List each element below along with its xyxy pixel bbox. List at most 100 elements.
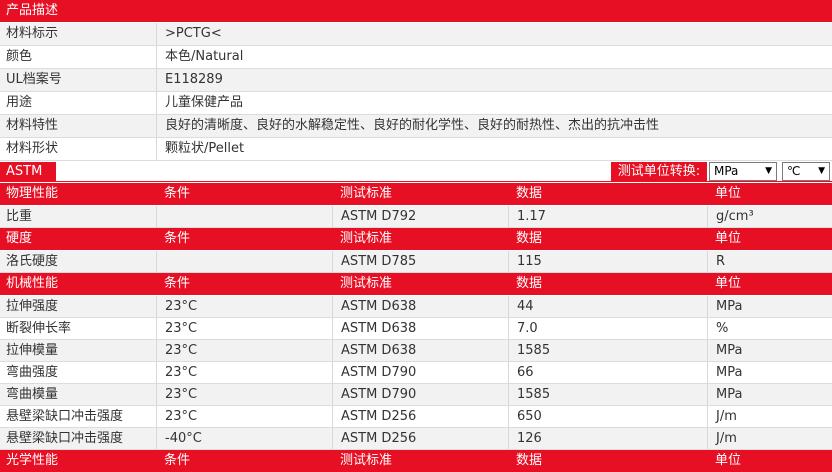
property-value: 66 xyxy=(508,362,707,383)
property-value: 1585 xyxy=(508,384,707,405)
product-label: 材料标示 xyxy=(6,26,59,41)
property-section-header: 机械性能 条件 测试标准 数据 单位 xyxy=(0,273,832,295)
product-row: 材料标示 >PCTG< xyxy=(0,23,832,45)
property-row: 比重 ASTM D792 1.17 g/cm³ xyxy=(0,206,832,227)
property-unit: J/m xyxy=(707,406,832,427)
product-value: 良好的清晰度、良好的水解稳定性、良好的耐化学性、良好的耐热性、杰出的抗冲击性 xyxy=(156,115,816,137)
chevron-down-icon: ▼ xyxy=(765,166,772,176)
column-header-data: 数据 xyxy=(516,231,543,246)
property-name: 比重 xyxy=(6,209,33,224)
property-condition xyxy=(156,206,332,227)
property-test-standard: ASTM D792 xyxy=(332,206,508,227)
property-unit: MPa xyxy=(707,340,832,361)
property-test-standard: ASTM D638 xyxy=(332,318,508,339)
temperature-unit-value: ℃ xyxy=(787,164,801,178)
property-row: 弯曲模量 23°C ASTM D790 1585 MPa xyxy=(0,384,832,405)
section-title: 机械性能 xyxy=(6,276,59,291)
property-test-standard: ASTM D790 xyxy=(332,384,508,405)
property-unit: MPa xyxy=(707,384,832,405)
property-unit: MPa xyxy=(707,362,832,383)
product-row: 材料特性 良好的清晰度、良好的水解稳定性、良好的耐化学性、良好的耐热性、杰出的抗冲… xyxy=(0,115,832,137)
column-header-unit: 单位 xyxy=(715,231,742,246)
property-unit: g/cm³ xyxy=(707,206,832,227)
standard-tag: ASTM xyxy=(0,162,56,181)
product-row: 用途 儿童保健产品 xyxy=(0,92,832,114)
property-row: 悬壁梁缺口冲击强度 -40°C ASTM D256 126 J/m xyxy=(0,428,832,449)
property-condition: 23°C xyxy=(156,340,332,361)
product-value: 本色/Natural xyxy=(156,46,816,68)
property-name: 悬壁梁缺口冲击强度 xyxy=(6,409,124,424)
property-condition: 23°C xyxy=(156,296,332,317)
product-value: 儿童保健产品 xyxy=(156,92,816,114)
product-value: E118289 xyxy=(156,69,816,91)
property-name: 拉伸模量 xyxy=(6,343,59,358)
column-header-test-standard: 测试标准 xyxy=(340,231,393,246)
product-row: UL档案号 E118289 xyxy=(0,69,832,91)
property-row: 拉伸强度 23°C ASTM D638 44 MPa xyxy=(0,296,832,317)
property-row: 弯曲强度 23°C ASTM D790 66 MPa xyxy=(0,362,832,383)
product-label: UL档案号 xyxy=(6,72,62,87)
temperature-unit-select[interactable]: ℃ ▼ xyxy=(782,162,830,181)
property-condition: 23°C xyxy=(156,318,332,339)
property-value: 1585 xyxy=(508,340,707,361)
property-name: 弯曲强度 xyxy=(6,365,59,380)
property-condition: 23°C xyxy=(156,362,332,383)
column-header-test-standard: 测试标准 xyxy=(340,186,393,201)
property-condition: 23°C xyxy=(156,384,332,405)
property-test-standard: ASTM D256 xyxy=(332,428,508,449)
property-unit: MPa xyxy=(707,296,832,317)
property-row: 悬壁梁缺口冲击强度 23°C ASTM D256 650 J/m xyxy=(0,406,832,427)
product-value: >PCTG< xyxy=(156,23,816,45)
property-unit: % xyxy=(707,318,832,339)
column-header-unit: 单位 xyxy=(715,186,742,201)
column-header-condition: 条件 xyxy=(164,186,191,201)
property-section-header: 硬度 条件 测试标准 数据 单位 xyxy=(0,228,832,250)
property-test-standard: ASTM D256 xyxy=(332,406,508,427)
property-section-header: 物理性能 条件 测试标准 数据 单位 xyxy=(0,183,832,205)
property-test-standard: ASTM D638 xyxy=(332,340,508,361)
section-title: 物理性能 xyxy=(6,186,59,201)
section-title: 硬度 xyxy=(6,231,33,246)
property-condition xyxy=(156,251,332,272)
column-header-unit: 单位 xyxy=(715,276,742,291)
property-name: 断裂伸长率 xyxy=(6,321,72,336)
product-label: 材料形状 xyxy=(6,141,59,156)
property-unit: J/m xyxy=(707,428,832,449)
section-title: 产品描述 xyxy=(6,3,59,18)
column-header-data: 数据 xyxy=(516,276,543,291)
column-header-data: 数据 xyxy=(516,186,543,201)
product-value: 颗粒状/Pellet xyxy=(156,138,816,160)
property-row: 拉伸模量 23°C ASTM D638 1585 MPa xyxy=(0,340,832,361)
property-condition: 23°C xyxy=(156,406,332,427)
property-row: 断裂伸长率 23°C ASTM D638 7.0% xyxy=(0,318,832,339)
property-name: 洛氏硬度 xyxy=(6,254,59,269)
standard-bar: ASTM 测试单位转换: MPa ▼ ℃ ▼ xyxy=(0,161,832,182)
property-name: 弯曲模量 xyxy=(6,387,59,402)
column-header-test-standard: 测试标准 xyxy=(340,276,393,291)
property-name: 悬壁梁缺口冲击强度 xyxy=(6,431,124,446)
product-section-header: 产品描述 xyxy=(0,0,832,22)
unit-converter-label: 测试单位转换: xyxy=(611,162,707,181)
chevron-down-icon: ▼ xyxy=(818,166,825,176)
product-spec-sheet: 产品描述 材料标示 >PCTG< 颜色 本色/Natural UL档案号 E118289 用途… xyxy=(0,0,832,472)
property-value: 44 xyxy=(508,296,707,317)
property-value: 126 xyxy=(508,428,707,449)
property-test-standard: ASTM D638 xyxy=(332,296,508,317)
property-name: 拉伸强度 xyxy=(6,299,59,314)
product-label: 颜色 xyxy=(6,49,33,64)
property-unit: R xyxy=(707,251,832,272)
property-condition: -40°C xyxy=(156,428,332,449)
property-value: 1.17 xyxy=(508,206,707,227)
property-test-standard: ASTM D785 xyxy=(332,251,508,272)
column-header-condition: 条件 xyxy=(164,231,191,246)
property-value: 650 xyxy=(508,406,707,427)
product-row: 颜色 本色/Natural xyxy=(0,46,832,68)
property-test-standard: ASTM D790 xyxy=(332,362,508,383)
product-label: 用途 xyxy=(6,95,33,110)
pressure-unit-select[interactable]: MPa ▼ xyxy=(709,162,777,181)
product-row: 材料形状 颗粒状/Pellet xyxy=(0,138,832,160)
property-value: 115 xyxy=(508,251,707,272)
product-label: 材料特性 xyxy=(6,118,59,133)
property-value: 7.0 xyxy=(508,318,707,339)
property-row: 洛氏硬度 ASTM D785 115 R xyxy=(0,251,832,272)
